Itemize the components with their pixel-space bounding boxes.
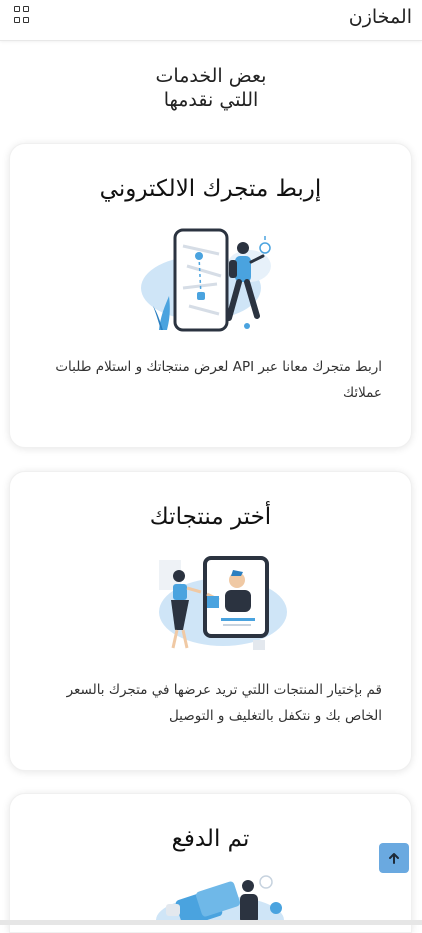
card-title: أختر منتجاتك xyxy=(149,504,272,530)
arrow-up-icon xyxy=(389,853,399,864)
card-payment-illustration xyxy=(156,875,284,924)
service-card-payment: تم الدفع xyxy=(9,793,412,933)
tablet-shopping-illustration xyxy=(159,556,287,650)
service-card-connect-store: إربط متجرك الالكتروني اربط متجرك معانا ع… xyxy=(9,143,412,448)
card-description: قم بإختيار المنتجات اللتي تريد عرضها في … xyxy=(66,682,382,724)
top-navbar: المخازن xyxy=(0,0,422,41)
section-title-line1: بعض الخدمات xyxy=(155,65,267,87)
card-title: تم الدفع xyxy=(171,826,250,852)
section-title: بعض الخدمات اللتي نقدمها xyxy=(0,64,422,112)
service-card-choose-products: أختر منتجاتك قم بإختيار المنتجات اللتي ت… xyxy=(9,471,412,771)
card-title: إربط متجرك الالكتروني xyxy=(99,176,322,202)
brand-title[interactable]: المخازن xyxy=(349,6,412,28)
card-description: اربط متجرك معانا عبر API لعرض منتجاتك و … xyxy=(55,359,382,401)
section-title-line2: اللتي نقدمها xyxy=(163,89,259,111)
scroll-to-top-button[interactable] xyxy=(379,843,409,873)
bottom-scrollbar xyxy=(0,920,422,925)
phone-map-delivery-illustration xyxy=(141,228,271,332)
grid-icon[interactable] xyxy=(14,6,32,24)
